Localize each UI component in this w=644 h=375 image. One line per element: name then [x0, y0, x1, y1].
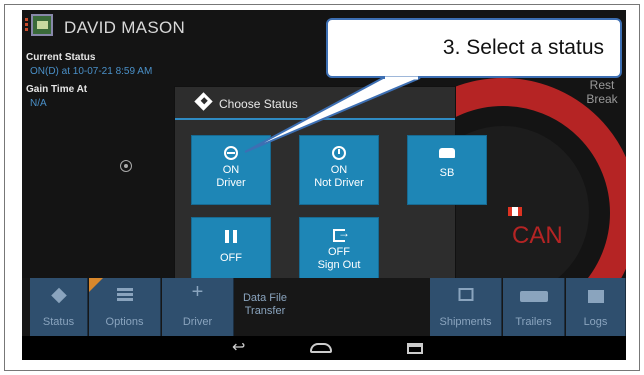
button-line2: Sign Out: [317, 259, 361, 271]
trailers-tab-label: Trailers: [515, 316, 552, 328]
shipments-tab-label: Shipments: [439, 316, 492, 328]
instruction-callout: 3. Select a status: [326, 18, 622, 78]
logs-tab-label: Logs: [583, 316, 608, 328]
steering-wheel-icon: [224, 146, 238, 160]
data-file-line2: Transfer: [244, 305, 286, 317]
expand-circle-icon[interactable]: [120, 160, 132, 172]
direction-diamond-icon: [50, 287, 67, 304]
status-on-driver-button[interactable]: ON Driver: [191, 135, 271, 205]
android-nav-bar: ↩: [22, 336, 626, 360]
plus-icon: +: [191, 281, 204, 303]
status-tab-label: Status: [42, 316, 75, 328]
choose-status-dialog: Choose Status ON Driver ON Not Driver SB…: [174, 86, 487, 287]
options-flag-icon: [89, 278, 103, 292]
pause-icon: [225, 230, 237, 243]
rest-break-label[interactable]: Rest Break: [582, 78, 622, 106]
menu-icon[interactable]: [25, 18, 28, 32]
status-tab-button[interactable]: Status: [30, 278, 88, 336]
status-on-not-driver-button[interactable]: ON Not Driver: [299, 135, 379, 205]
driver-tab-button[interactable]: + Driver: [162, 278, 234, 336]
status-off-sign-out-button[interactable]: OFF Sign Out: [299, 217, 379, 287]
trailer-icon: [519, 291, 548, 302]
current-status-label: Current Status: [26, 52, 96, 63]
gain-time-value: N/A: [30, 98, 47, 109]
button-line1: OFF: [328, 246, 350, 258]
home-icon[interactable]: [310, 343, 332, 353]
trailers-tab-button[interactable]: Trailers: [503, 278, 565, 336]
dialog-title: Choose Status: [219, 97, 298, 111]
button-line1: OFF: [220, 252, 242, 264]
canada-flag-icon: [508, 207, 522, 216]
book-icon: [587, 290, 604, 303]
recent-apps-icon[interactable]: [407, 343, 423, 354]
direction-diamond-icon: [194, 92, 213, 111]
list-icon: [116, 288, 133, 302]
clock-icon: [332, 146, 346, 160]
status-sb-button[interactable]: SB: [407, 135, 487, 205]
button-line2: Not Driver: [314, 177, 364, 189]
data-file-transfer-button[interactable]: Data File Transfer: [236, 278, 294, 336]
back-icon[interactable]: ↩: [232, 340, 245, 356]
status-off-button[interactable]: OFF: [191, 217, 271, 287]
app-logo-icon: [31, 14, 53, 36]
options-tab-button[interactable]: Options: [89, 278, 161, 336]
driver-tab-label: Driver: [182, 316, 213, 328]
driver-name: DAVID MASON: [64, 18, 186, 37]
shipments-tab-button[interactable]: Shipments: [430, 278, 502, 336]
sign-out-icon: [333, 227, 350, 242]
logs-tab-button[interactable]: Logs: [566, 278, 626, 336]
callout-text: 3. Select a status: [442, 36, 604, 59]
button-line2: Driver: [216, 177, 246, 189]
rest-break-line1: Rest: [589, 78, 615, 92]
options-tab-label: Options: [105, 316, 144, 328]
button-line1: SB: [439, 167, 455, 179]
gain-time-label: Gain Time At: [26, 84, 88, 95]
button-line1: ON: [330, 164, 348, 176]
rest-break-line2: Break: [586, 92, 618, 106]
data-file-line1: Data File: [242, 292, 288, 304]
region-label: CAN: [512, 222, 563, 249]
current-status-value: ON(D) at 10-07-21 8:59 AM: [30, 66, 153, 77]
box-icon: [458, 288, 473, 301]
dialog-header: Choose Status: [175, 87, 455, 120]
couch-icon: [439, 148, 455, 158]
button-line1: ON: [222, 164, 240, 176]
